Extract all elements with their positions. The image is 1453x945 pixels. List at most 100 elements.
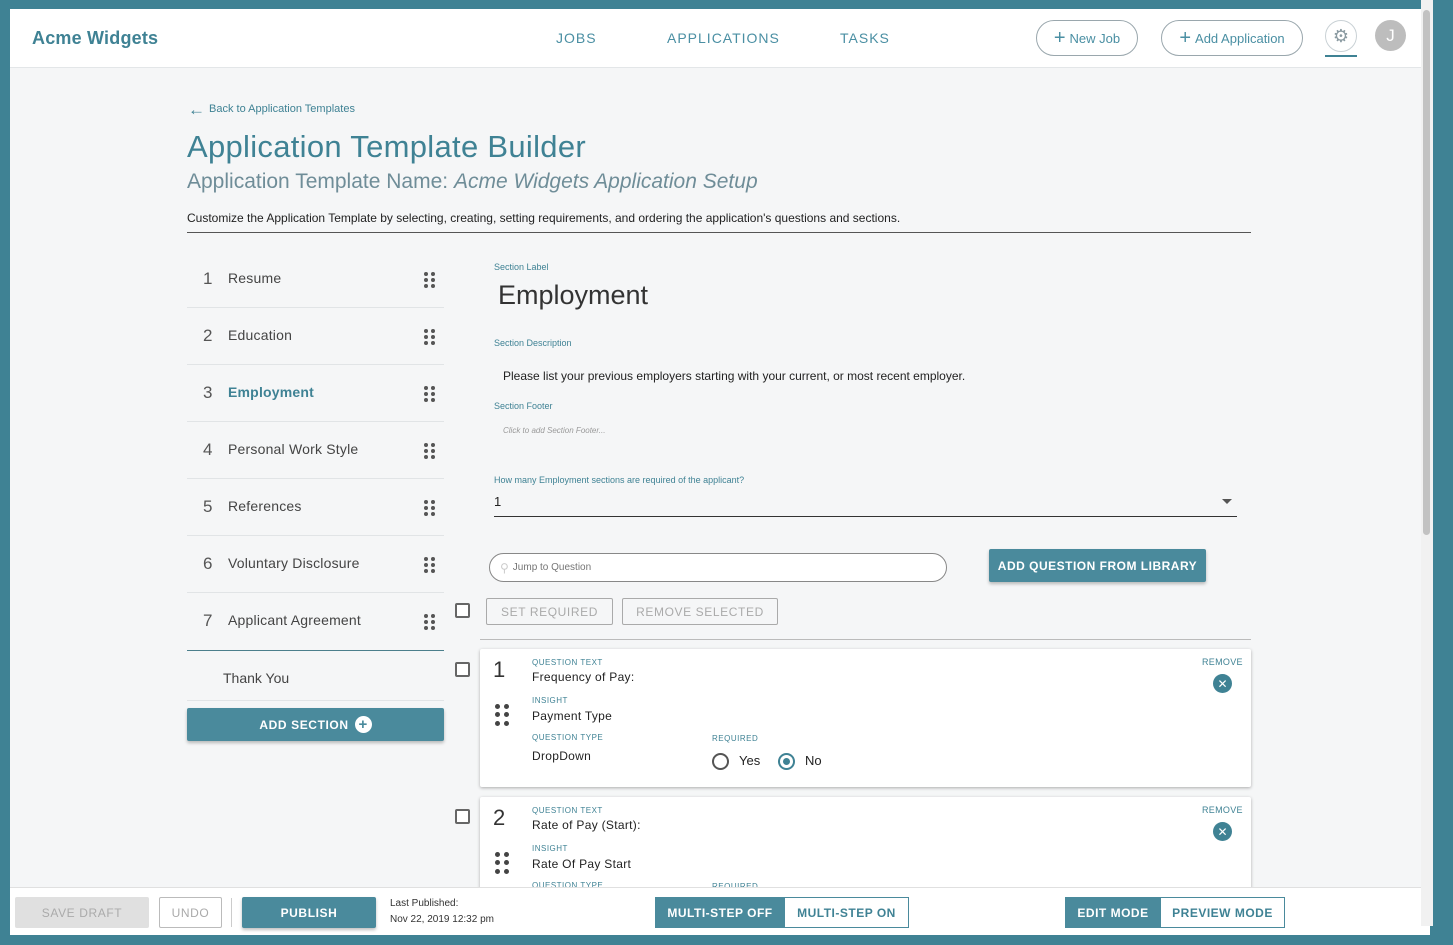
section-number: 2 [203,326,213,345]
section-item-thank-you[interactable]: Thank You [223,670,289,686]
add-question-from-library-button[interactable]: ADD QUESTION FROM LIBRARY [989,549,1206,582]
jump-to-question-input[interactable] [512,562,913,573]
section-footer-field[interactable]: Click to add Section Footer... [503,426,605,435]
back-to-templates-link[interactable]: ← Back to Application Templates [188,99,355,119]
section-item-applicant-agreement[interactable]: 7 Applicant Agreement [187,593,444,650]
page-title: Application Template Builder [187,129,587,164]
remove-question-icon[interactable]: ✕ [1213,674,1232,693]
select-underline [494,516,1237,517]
select-all-checkbox[interactable] [455,603,470,618]
section-number: 4 [203,440,213,459]
drag-handle-icon[interactable] [424,386,435,402]
section-number: 7 [203,611,213,630]
edit-mode-button[interactable]: EDIT MODE [1065,897,1161,928]
remove-selected-button[interactable]: REMOVE SELECTED [622,598,778,625]
nav-jobs[interactable]: JOBS [556,30,597,46]
back-label: Back to Application Templates [209,103,355,115]
required-yes-label: Yes [739,753,761,768]
app-window: Acme Widgets JOBS APPLICATIONS TASKS + N… [10,9,1430,935]
section-label: Voluntary Disclosure [228,555,360,571]
new-job-button[interactable]: + New Job [1036,20,1138,56]
section-label: Education [228,327,293,343]
add-application-button[interactable]: + Add Application [1161,20,1303,56]
add-section-button[interactable]: ADD SECTION + [187,708,444,741]
subtitle-prefix: Application Template Name: [187,170,449,193]
avatar[interactable]: J [1375,20,1406,51]
insight-caption: INSIGHT [532,844,568,853]
drag-handle-icon[interactable] [424,557,435,573]
caret-down-icon[interactable] [1222,499,1232,504]
section-item-voluntary-disclosure[interactable]: 6 Voluntary Disclosure [187,536,444,593]
multistep-on-button[interactable]: MULTI-STEP ON [785,897,909,928]
section-item-references[interactable]: 5 References [187,479,444,536]
multistep-off-button[interactable]: MULTI-STEP OFF [655,897,785,928]
header-divider [187,232,1251,233]
drag-handle-icon[interactable] [424,443,435,459]
section-item-resume[interactable]: 1 Resume [187,251,444,308]
required-caption: REQUIRED [712,734,759,743]
page-subtitle: Application Template Name: Acme Widgets … [187,170,758,194]
insight-value: Rate Of Pay Start [532,857,632,871]
save-draft-button[interactable]: SAVE DRAFT [15,897,149,928]
section-number: 3 [203,383,213,402]
drag-handle-icon[interactable] [495,852,509,874]
drag-handle-icon[interactable] [424,500,435,516]
add-application-label: Add Application [1195,30,1285,46]
set-required-button[interactable]: SET REQUIRED [486,598,613,625]
question-number: 2 [493,805,506,830]
section-list-divider [187,650,444,651]
question-type-value: DropDown [532,749,592,763]
nav-applications[interactable]: APPLICATIONS [667,30,780,46]
section-item-employment[interactable]: 3 Employment [187,365,444,422]
plus-icon: + [1053,27,1066,49]
mode-toggle: EDIT MODE PREVIEW MODE [1065,897,1285,928]
required-count-select[interactable]: 1 [494,494,501,509]
drag-handle-icon[interactable] [424,272,435,288]
divider [231,898,232,927]
section-description-field[interactable]: Please list your previous employers star… [503,369,965,383]
preview-mode-button[interactable]: PREVIEW MODE [1161,897,1285,928]
remove-label: REMOVE [1202,657,1243,667]
arrow-left-icon: ← [188,99,205,119]
section-label: Resume [228,270,282,286]
questions-divider [480,639,1251,640]
template-name: Acme Widgets Application Setup [453,170,758,193]
jump-to-question-search[interactable]: ⚲ [489,553,947,582]
new-job-label: New Job [1069,30,1121,46]
question-text: Frequency of Pay: [532,670,635,684]
section-list: 1 Resume 2 Education 3 Employment 4 Pers… [187,251,444,650]
section-label: Personal Work Style [228,441,359,457]
section-label-field[interactable]: Employment [498,280,648,311]
required-yes-radio[interactable] [712,753,729,770]
undo-button[interactable]: UNDO [159,897,222,928]
scrollbar-thumb[interactable] [1423,10,1430,535]
required-no-label: No [805,753,822,768]
insight-caption: INSIGHT [532,696,568,705]
page-description: Customize the Application Template by se… [187,211,901,225]
add-section-label: ADD SECTION [259,717,349,732]
drag-handle-icon[interactable] [424,614,435,630]
question-text-caption: QUESTION TEXT [532,658,603,667]
brand-logo[interactable]: Acme Widgets [32,28,158,49]
section-item-education[interactable]: 2 Education [187,308,444,365]
plus-circle-icon: + [354,716,372,733]
section-label: References [228,498,302,514]
question-checkbox[interactable] [455,809,470,824]
section-item-personal-work-style[interactable]: 4 Personal Work Style [187,422,444,479]
publish-button[interactable]: PUBLISH [242,897,376,928]
question-checkbox[interactable] [455,662,470,677]
nav-tasks[interactable]: TASKS [840,30,890,46]
required-no-radio[interactable] [778,753,795,770]
settings-active-indicator [1325,55,1357,57]
multistep-toggle: MULTI-STEP OFF MULTI-STEP ON [655,897,909,928]
remove-question-icon[interactable]: ✕ [1213,822,1232,841]
question-card: 1 QUESTION TEXT Frequency of Pay: INSIGH… [480,649,1251,787]
section-number: 5 [203,497,213,516]
question-type-caption: QUESTION TYPE [532,733,604,742]
drag-handle-icon[interactable] [495,704,509,726]
plus-icon: + [1179,27,1192,49]
section-number: 1 [203,269,213,288]
drag-handle-icon[interactable] [424,329,435,345]
remove-label: REMOVE [1202,805,1243,815]
gear-icon[interactable]: ⚙ [1325,20,1357,52]
